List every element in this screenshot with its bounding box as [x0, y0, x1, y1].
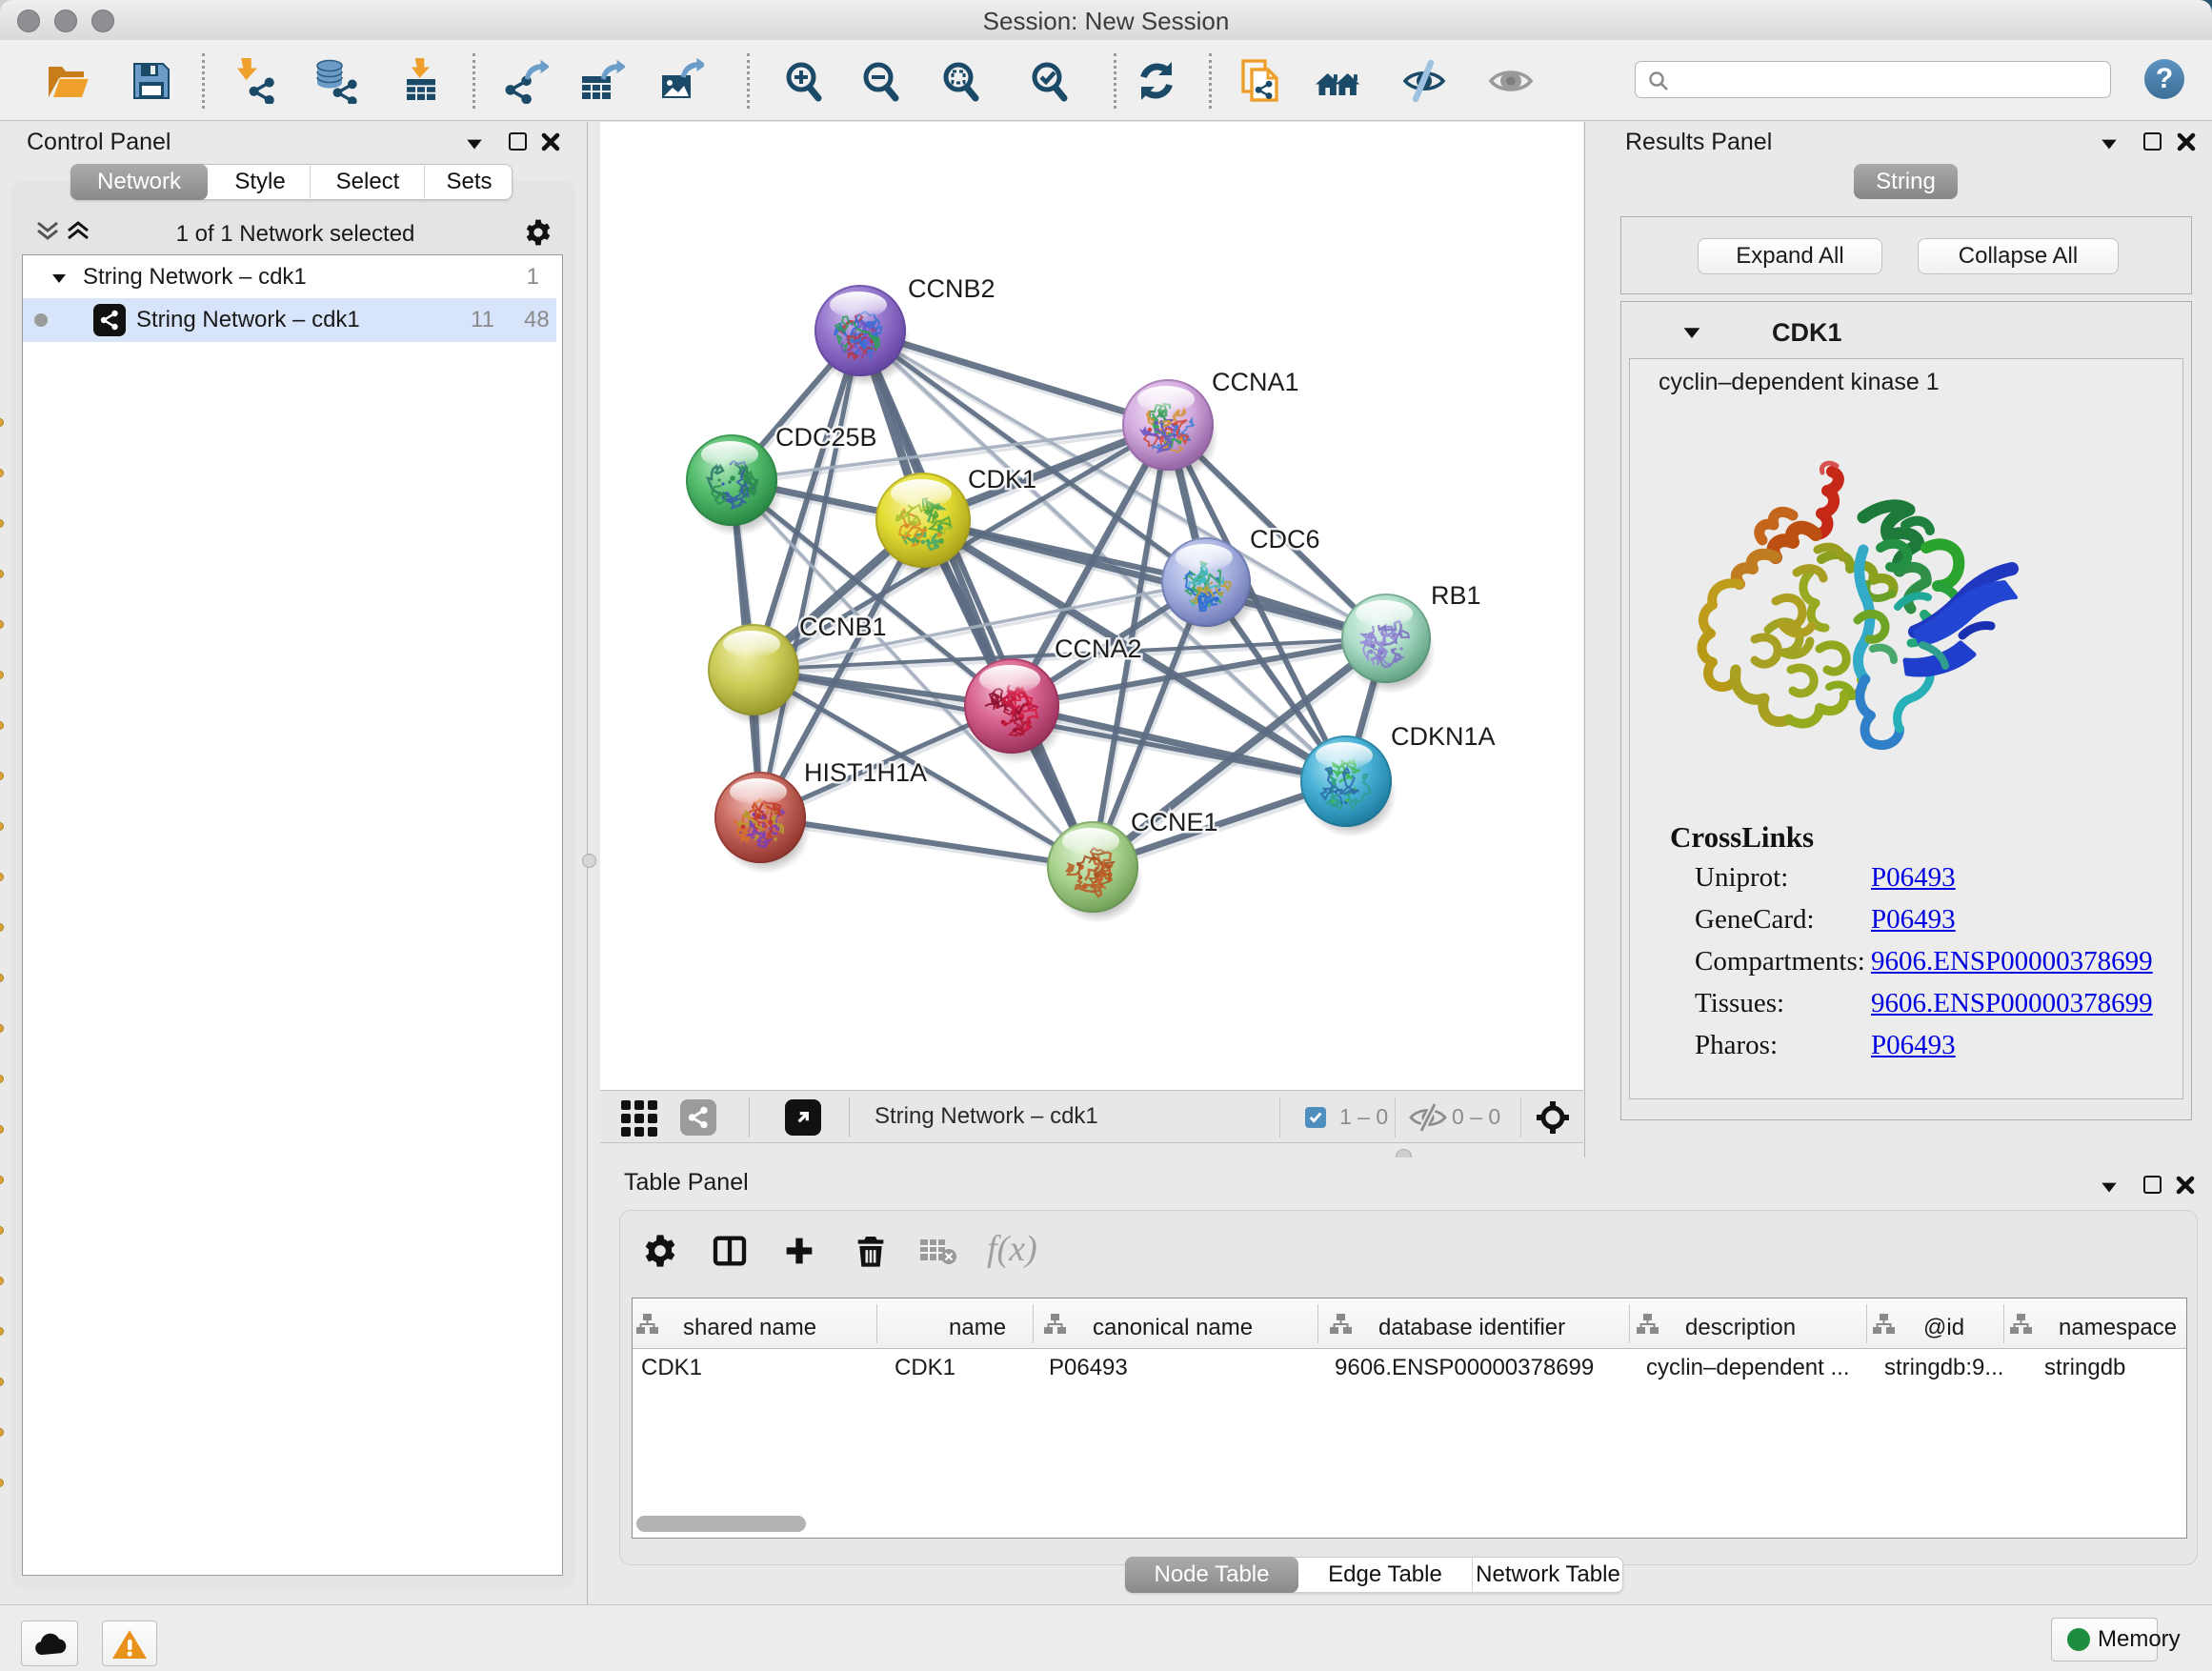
svg-text:CCNE1: CCNE1 — [1131, 808, 1218, 836]
svg-text:CCNA1: CCNA1 — [1212, 368, 1299, 396]
svg-text:CCNA2: CCNA2 — [1055, 634, 1142, 663]
svg-text:HIST1H1A: HIST1H1A — [804, 758, 927, 787]
svg-text:CDC25B: CDC25B — [775, 423, 877, 452]
svg-text:CCNB2: CCNB2 — [908, 274, 995, 303]
svg-text:RB1: RB1 — [1431, 581, 1481, 610]
svg-text:CDK1: CDK1 — [968, 465, 1036, 493]
svg-text:CDKN1A: CDKN1A — [1391, 722, 1496, 751]
svg-text:CCNB1: CCNB1 — [799, 613, 887, 641]
svg-text:CDC6: CDC6 — [1250, 525, 1320, 554]
